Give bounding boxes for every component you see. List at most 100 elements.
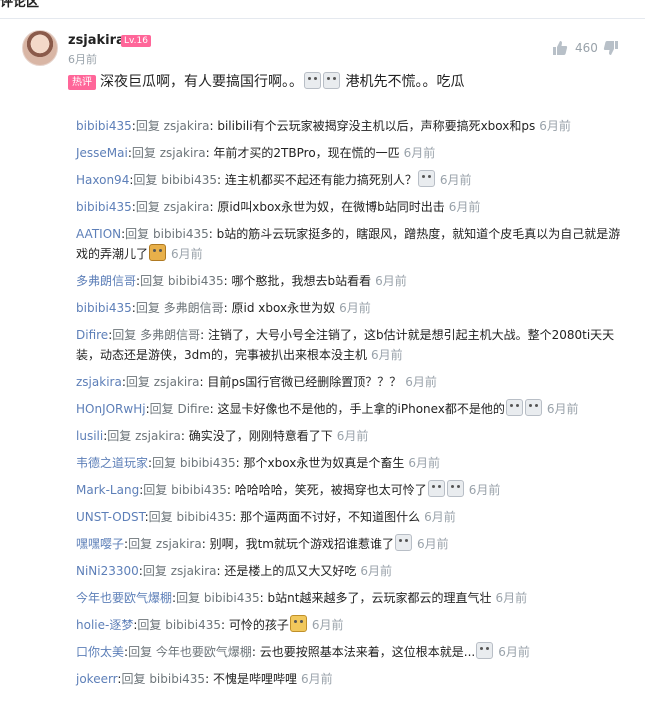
reply-to-username[interactable]: zsjakira [160, 146, 206, 160]
reply-time: 6月前 [370, 348, 403, 362]
reply-item: holie-逐梦:回复 bibibi435: 可怜的孩子 6月前 [76, 612, 624, 639]
comment-time: 6月前 [68, 53, 97, 66]
reply-item: jokeerr:回复 bibibi435: 不愧是哔哩哔哩 6月前 [76, 672, 333, 686]
reply-item: UNST-ODST:回复 bibibi435: 那个逼两面不讨好，不知道图什么 6… [76, 510, 456, 524]
reply-time: 6月前 [171, 247, 203, 261]
hot-comment-badge: 热评 [68, 75, 96, 90]
reply-username[interactable]: AATION [76, 227, 121, 241]
reply-to-username[interactable]: Difire [177, 402, 209, 416]
reply-item: AATION:回复 bibibi435: b站的筋斗云玩家挺多的，瞎跟风，蹭热度… [76, 227, 621, 261]
reply-label: 回复 [128, 537, 153, 551]
reply-to-username[interactable]: bibibi435 [171, 483, 227, 497]
reply-username[interactable]: JesseMai [76, 146, 128, 160]
thumbs-up-icon[interactable] [552, 40, 568, 56]
reply-label: 回复 [125, 227, 150, 241]
reply-label: 回复 [107, 429, 132, 443]
reply-item: Haxon94:回复 bibibi435: 连主机都买不起还有能力搞死别人？ 6月… [76, 167, 624, 194]
reply-text: bilibili有个云玩家被揭穿没主机以后，声称要搞死xbox和ps [217, 119, 536, 133]
reply-username[interactable]: 今年也要欧气爆棚 [76, 591, 172, 605]
reply-username[interactable]: lusili [76, 429, 103, 443]
reply-to-username[interactable]: 多弗朗信哥 [140, 328, 200, 342]
reply-label: 回复 [176, 591, 201, 605]
reply-text: 不愧是哔哩哔哩 [212, 672, 297, 686]
reply-label: 回复 [152, 456, 177, 470]
level-badge: Lv.16 [121, 35, 151, 47]
reply-item: lusili:回复 zsjakira: 确实没了，刚刚特意看了下 6月前 [76, 429, 369, 443]
reply-to-username[interactable]: bibibi435 [180, 456, 236, 470]
reply-time: 6月前 [424, 510, 456, 524]
reply-text: 连主机都买不起还有能力搞死别人？ [224, 173, 417, 187]
reply-label: 回复 [131, 146, 156, 160]
reply-text: 那个逼两面不讨好，不知道图什么 [240, 510, 421, 524]
reply-username[interactable]: 嘿嘿嘤子 [76, 537, 124, 551]
reply-list: bibibi435:回复 zsjakira: bilibili有个云玩家被揭穿没… [76, 113, 624, 693]
avatar[interactable] [22, 30, 58, 66]
emoji-icon [289, 615, 307, 632]
reply-time: 6月前 [339, 301, 371, 315]
reply-username[interactable]: bibibi435 [76, 200, 132, 214]
reply-to-username[interactable]: 今年也要欧气爆棚 [156, 645, 252, 659]
reply-username[interactable]: bibibi435 [76, 301, 132, 315]
reply-text: 年前才买的2TBPro，现在慌的一匹 [213, 146, 400, 160]
reply-item: NiNi23300:回复 zsjakira: 还是楼上的瓜又大又好吃 6月前 [76, 564, 393, 578]
reply-username[interactable]: 多弗朗信哥 [76, 274, 136, 288]
reply-to-username[interactable]: bibibi435 [165, 618, 221, 632]
reply-username[interactable]: 韦德之道玩家 [76, 456, 148, 470]
reply-to-username[interactable]: bibibi435 [161, 173, 217, 187]
reply-username[interactable]: Difire [76, 328, 108, 342]
reply-label: 回复 [128, 645, 153, 659]
reply-time: 6月前 [539, 119, 571, 133]
reply-username[interactable]: holie-逐梦 [76, 618, 133, 632]
reply-to-username[interactable]: bibibi435 [149, 672, 205, 686]
reply-to-username[interactable]: bibibi435 [204, 591, 260, 605]
reply-username[interactable]: Mark-Lang [76, 483, 139, 497]
emoji-icon [323, 72, 340, 89]
reply-text: 哈哈哈哈，笑死，被揭穿也太可怜了 [234, 483, 427, 497]
emoji-icon [446, 480, 464, 497]
comment-username[interactable]: zsjakira [68, 33, 125, 48]
reply-to-username[interactable]: zsjakira [156, 537, 202, 551]
reply-item: zsjakira:回复 zsjakira: 目前ps国行官微已经删除置顶？？？ 6… [76, 375, 437, 389]
reply-to-username[interactable]: zsjakira [164, 200, 210, 214]
reply-to-username[interactable]: 多弗朗信哥 [164, 301, 224, 315]
reply-time: 6月前 [468, 483, 501, 497]
reply-item: 多弗朗信哥:回复 bibibi435: 哪个憨批，我想去b站看看 6月前 [76, 274, 407, 288]
reply-to-username[interactable]: bibibi435 [153, 227, 209, 241]
comment-text-part: 深夜巨瓜啊，有人要搞国行啊。。 [100, 74, 303, 90]
reply-to-username[interactable]: zsjakira [154, 375, 200, 389]
reply-username[interactable]: zsjakira [76, 375, 122, 389]
reply-text: 别啊，我tm就玩个游戏招谁惹谁了 [209, 537, 394, 551]
emoji-icon [505, 399, 523, 416]
reply-text: 云也要按照基本法来着，这位根本就是... [259, 645, 476, 659]
reply-label: 回复 [121, 672, 146, 686]
reply-to-username[interactable]: bibibi435 [168, 274, 224, 288]
reply-time: 6月前 [546, 402, 579, 416]
reply-username[interactable]: UNST-ODST [76, 510, 145, 524]
reply-time: 6月前 [405, 375, 437, 389]
reply-label: 回复 [125, 375, 150, 389]
divider [0, 18, 645, 19]
reply-to-username[interactable]: bibibi435 [176, 510, 232, 524]
comment-text-part: 港机先不慌。。吃瓜 [345, 74, 465, 90]
reply-username[interactable]: bibibi435 [76, 119, 132, 133]
reply-to-username[interactable]: zsjakira [135, 429, 181, 443]
reply-item: Mark-Lang:回复 bibibi435: 哈哈哈哈，笑死，被揭穿也太可怜了… [76, 477, 624, 504]
reply-time: 6月前 [336, 429, 369, 443]
reply-item: 嘿嘿嘤子:回复 zsjakira: 别啊，我tm就玩个游戏招谁惹谁了 6月前 [76, 531, 624, 558]
reply-text: 目前ps国行官微已经删除置顶？？？ [207, 375, 402, 389]
reply-text: 原id xbox永世为奴 [231, 301, 336, 315]
reply-to-username[interactable]: zsjakira [164, 119, 210, 133]
thumbs-down-icon[interactable] [603, 40, 619, 56]
reply-label: 回复 [137, 618, 162, 632]
like-count: 460 [575, 41, 598, 55]
reply-to-username[interactable]: zsjakira [171, 564, 217, 578]
reply-username[interactable]: Haxon94 [76, 173, 129, 187]
reply-username[interactable]: 口你太美 [76, 645, 124, 659]
reply-username[interactable]: HOnJORwHj [76, 402, 146, 416]
emoji-icon [304, 72, 321, 89]
reply-username[interactable]: NiNi23300 [76, 564, 139, 578]
reply-text: 哪个憨批，我想去b站看看 [231, 274, 372, 288]
reply-time: 6月前 [311, 618, 344, 632]
reply-username[interactable]: jokeerr [76, 672, 117, 686]
reply-time: 6月前 [498, 645, 530, 659]
